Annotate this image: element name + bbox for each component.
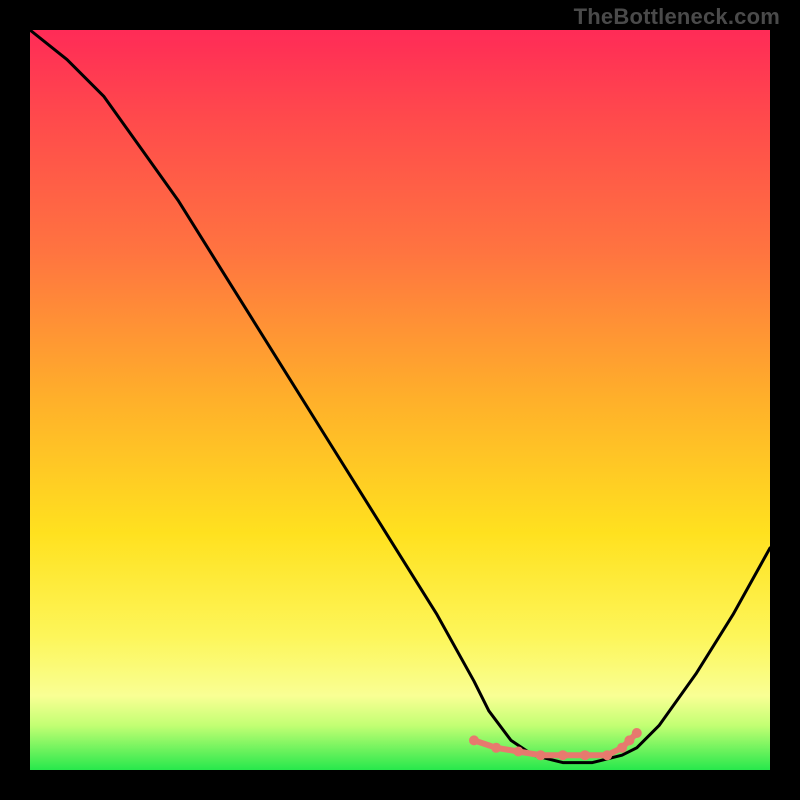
marker-dot xyxy=(536,750,546,760)
marker-dot xyxy=(513,747,523,757)
marker-dot xyxy=(617,743,627,753)
marker-dot xyxy=(602,750,612,760)
curve-svg xyxy=(30,30,770,770)
marker-dot xyxy=(624,735,634,745)
chart-container: TheBottleneck.com xyxy=(0,0,800,800)
marker-dot xyxy=(491,743,501,753)
plot-area xyxy=(30,30,770,770)
marker-dot xyxy=(558,750,568,760)
marker-dot xyxy=(580,750,590,760)
marker-dot xyxy=(469,735,479,745)
marker-dot xyxy=(632,728,642,738)
watermark-text: TheBottleneck.com xyxy=(574,4,780,30)
main-curve xyxy=(30,30,770,763)
